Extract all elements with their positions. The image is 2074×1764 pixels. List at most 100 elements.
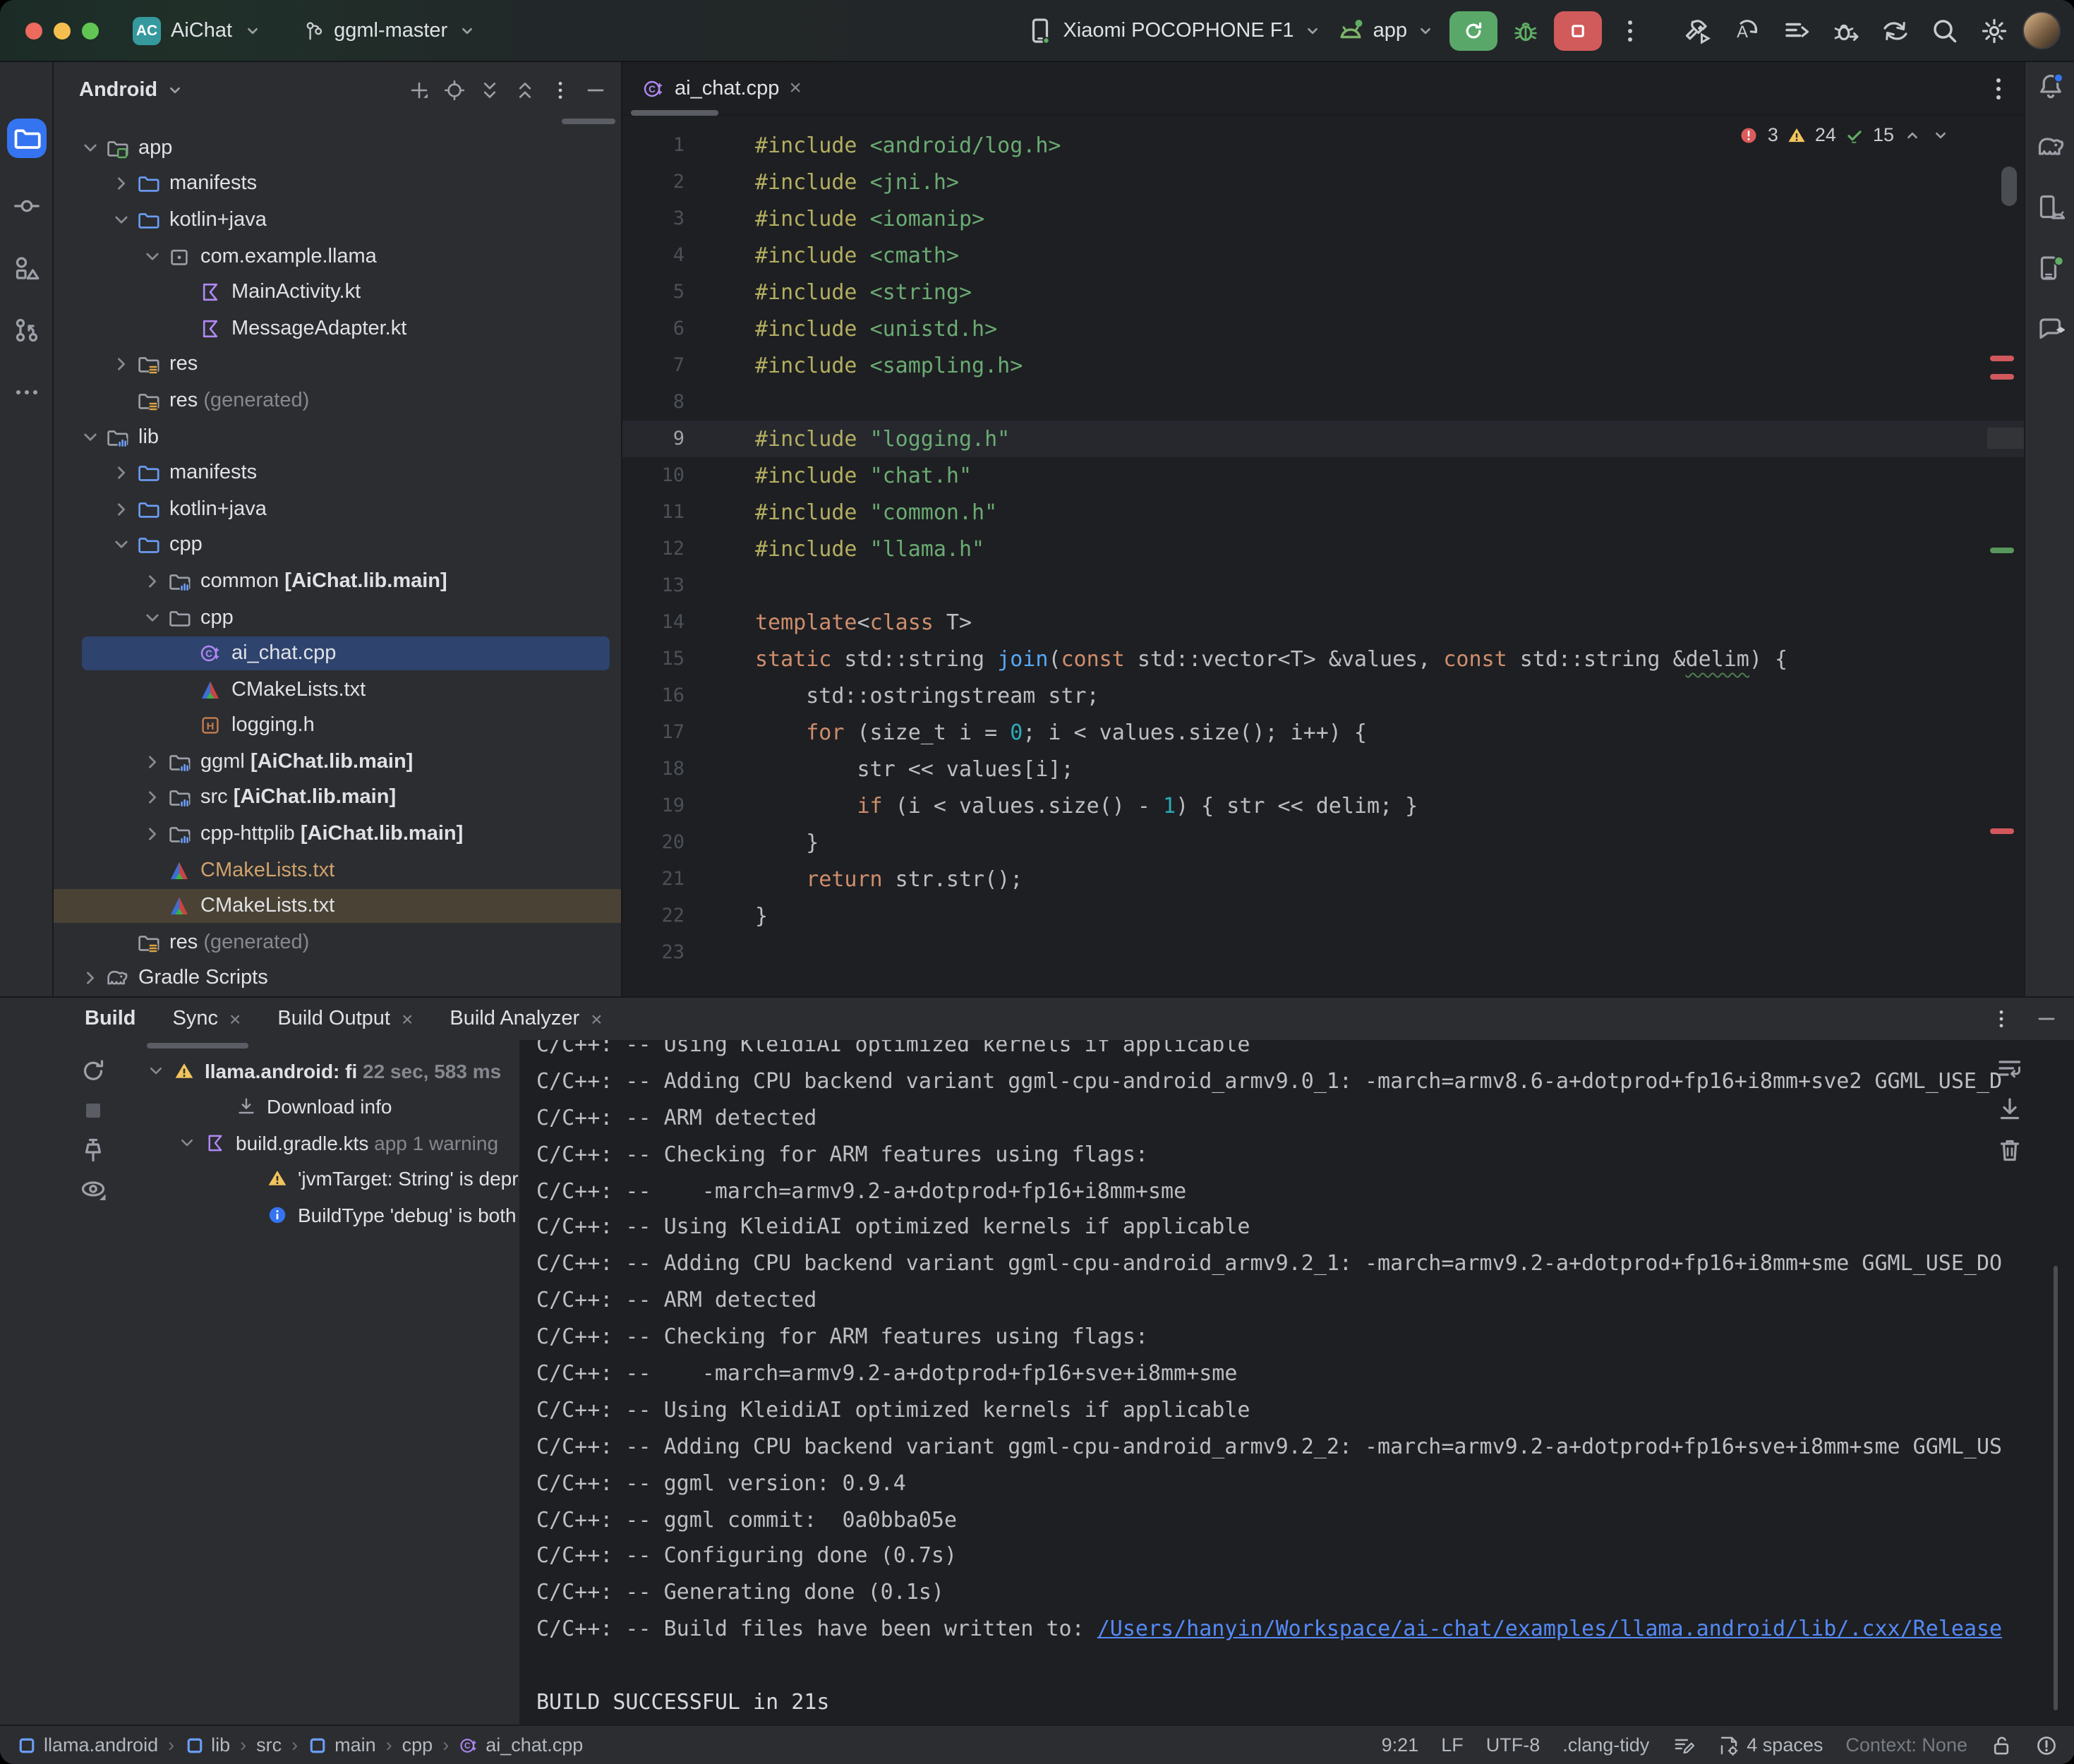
status-clang-tidy[interactable]: .clang-tidy — [1562, 1734, 1649, 1756]
device-selector[interactable]: Xiaomi POCOPHONE F1 — [1026, 16, 1322, 44]
next-problem-icon[interactable] — [1931, 125, 1951, 145]
close-tab-icon[interactable]: × — [591, 1008, 602, 1030]
status-code-style[interactable] — [1672, 1734, 1694, 1756]
tree-item-cmakelists-txt[interactable]: CMakeLists.txt — [54, 672, 621, 708]
chevron-right-icon[interactable] — [110, 173, 133, 195]
zoom-window-button[interactable] — [82, 23, 99, 40]
tool-strip-commit[interactable] — [13, 192, 41, 220]
chevron-down-icon[interactable] — [145, 1061, 167, 1082]
sync-icon[interactable] — [1881, 16, 1910, 44]
tree-item-manifests[interactable]: manifests — [54, 166, 621, 202]
scroll-to-end-icon[interactable] — [1996, 1095, 2024, 1123]
code-line-21[interactable]: 21 return str.str(); — [622, 861, 2024, 898]
tool-strip-gemini[interactable] — [2037, 315, 2065, 343]
status-indent[interactable]: 4 spaces — [1717, 1734, 1823, 1756]
tree-item-cmakelists-txt[interactable]: CMakeLists.txt — [54, 852, 621, 888]
tree-item-res[interactable]: res — [54, 346, 621, 382]
chevron-right-icon[interactable] — [141, 751, 164, 773]
tree-item-manifests[interactable]: manifests — [54, 455, 621, 491]
chevron-down-icon[interactable] — [141, 245, 164, 267]
tree-item-ai-chat-cpp[interactable]: Cai_chat.cpp — [54, 636, 621, 672]
code-line-20[interactable]: 20 } — [622, 824, 2024, 861]
chevron-down-icon[interactable] — [79, 425, 102, 448]
close-tab-icon[interactable]: × — [402, 1008, 413, 1030]
build-tab-scroll-thumb[interactable] — [147, 1043, 248, 1049]
tree-item-kotlin-java[interactable]: kotlin+java — [54, 491, 621, 527]
chevron-down-icon[interactable] — [79, 137, 102, 159]
chevron-right-icon[interactable] — [141, 823, 164, 845]
tree-scrollbar-thumb[interactable] — [562, 119, 615, 124]
tree-item-com-example-llama[interactable]: com.example.llama — [54, 238, 621, 274]
tool-strip-notifications[interactable] — [2037, 72, 2065, 100]
close-window-button[interactable] — [25, 23, 42, 40]
tree-item-app[interactable]: app — [54, 130, 621, 166]
collapse-all-icon[interactable] — [514, 79, 536, 102]
status-line-separator[interactable]: LF — [1441, 1734, 1464, 1756]
build-item-jvmtarget-string-is-deprec[interactable]: 'jvmTarget: String' is deprec — [120, 1161, 519, 1197]
console-scrollbar-thumb[interactable] — [2054, 1266, 2058, 1710]
code-line-8[interactable]: 8 — [622, 384, 2024, 421]
ok-stripe-mark[interactable] — [1990, 548, 2014, 553]
tool-strip-device-manager[interactable] — [2037, 193, 2065, 222]
tree-item-res-generated[interactable]: res (generated) — [54, 924, 621, 960]
error-stripe-mark[interactable] — [1990, 374, 2014, 380]
close-tab-icon[interactable]: × — [789, 76, 802, 100]
build-item-buildtype-debug-is-both-de[interactable]: BuildType 'debug' is both de — [120, 1197, 519, 1233]
filter-icon[interactable] — [79, 1176, 107, 1204]
breadcrumb-llama-android[interactable]: llama.android — [17, 1734, 158, 1756]
close-tab-icon[interactable]: × — [229, 1008, 241, 1030]
status-highlight-level[interactable] — [2035, 1734, 2058, 1756]
rerun-button[interactable] — [1449, 11, 1497, 50]
code-line-11[interactable]: 11#include "common.h" — [622, 494, 2024, 531]
code-line-18[interactable]: 18 str << values[i]; — [622, 751, 2024, 787]
tree-item-cpp[interactable]: cpp — [54, 599, 621, 635]
code-line-16[interactable]: 16 std::ostringstream str; — [622, 677, 2024, 714]
project-selector[interactable]: AiChat — [171, 19, 232, 42]
hide-panel-icon[interactable] — [584, 79, 607, 102]
build-item-llama-android-fi[interactable]: llama.android: fi 22 sec, 583 ms — [120, 1053, 519, 1089]
tool-strip-project[interactable] — [7, 119, 47, 158]
build-item-download-info[interactable]: Download info — [120, 1089, 519, 1125]
editor-options-button[interactable] — [1984, 75, 2013, 103]
clear-all-icon[interactable] — [1996, 1136, 2024, 1164]
chevron-right-icon[interactable] — [141, 787, 164, 809]
code-line-23[interactable]: 23 — [622, 934, 2024, 971]
inspections-widget[interactable]: 3 24 15 — [1740, 124, 1951, 145]
expand-all-icon[interactable] — [478, 79, 501, 102]
build-tab-build-analyzer[interactable]: Build Analyzer× — [450, 1008, 602, 1030]
tree-item-src[interactable]: src [AiChat.lib.main] — [54, 780, 621, 816]
add-icon[interactable] — [408, 79, 430, 102]
branch-selector[interactable]: ggml-master — [334, 19, 447, 42]
status-lock[interactable] — [1990, 1734, 2013, 1756]
breadcrumb-src[interactable]: src — [256, 1734, 282, 1756]
minimize-window-button[interactable] — [54, 23, 71, 40]
rerun-build-icon[interactable] — [79, 1057, 107, 1085]
code-line-7[interactable]: 7#include <sampling.h> — [622, 347, 2024, 384]
code-line-2[interactable]: 2#include <jni.h> — [622, 164, 2024, 200]
run-more-options-button[interactable] — [1616, 16, 1644, 44]
tool-strip-pull-requests[interactable] — [13, 316, 41, 344]
run-configuration-selector[interactable]: app — [1337, 16, 1435, 44]
console-line-link[interactable]: C/C++: -- Build files have been written … — [519, 1612, 2074, 1649]
breadcrumb-lib[interactable]: lib — [184, 1734, 230, 1756]
tree-item-cmakelists-txt[interactable]: CMakeLists.txt — [54, 888, 621, 924]
breadcrumb-main[interactable]: main — [308, 1734, 376, 1756]
panel-options-icon[interactable] — [549, 79, 572, 102]
code-line-9[interactable]: 9#include "logging.h" — [622, 421, 2024, 457]
chevron-right-icon[interactable] — [110, 461, 133, 484]
tab-scrollbar-thumb[interactable] — [631, 110, 718, 116]
chevron-right-icon[interactable] — [110, 497, 133, 520]
tab-ai-chat-cpp[interactable]: C ai_chat.cpp × — [622, 62, 819, 114]
tree-item-cpp[interactable]: cpp — [54, 527, 621, 563]
tree-item-cpp-httplib[interactable]: cpp-httplib [AiChat.lib.main] — [54, 816, 621, 852]
hide-build-panel-button[interactable] — [2035, 1008, 2058, 1030]
stop-build-icon[interactable] — [79, 1097, 107, 1125]
code-line-15[interactable]: 15static std::string join(const std::vec… — [622, 641, 2024, 677]
tree-item-ggml[interactable]: ggml [AiChat.lib.main] — [54, 744, 621, 780]
build-output-link[interactable]: /Users/hanyin/Workspace/ai-chat/examples… — [1097, 1617, 2002, 1642]
tool-strip-resource-manager[interactable] — [13, 254, 41, 282]
code-line-6[interactable]: 6#include <unistd.h> — [622, 310, 2024, 347]
error-stripe-mark[interactable] — [1990, 828, 2014, 834]
build-tab-build-output[interactable]: Build Output× — [277, 1008, 413, 1030]
search-icon[interactable] — [1931, 16, 1959, 44]
